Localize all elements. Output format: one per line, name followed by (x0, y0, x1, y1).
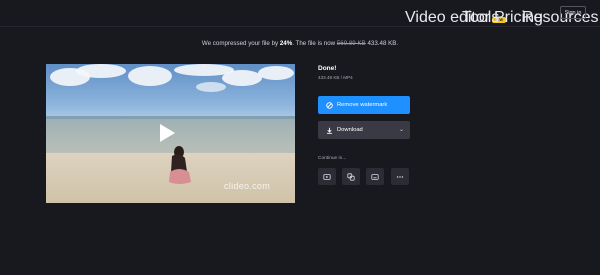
old-file-size: 569.89 KB (336, 40, 366, 47)
file-meta: 433.48 KB / MP4 (318, 75, 353, 80)
download-label: Download (337, 127, 363, 133)
continue-merge-button[interactable] (342, 168, 360, 185)
subtitles-icon (371, 173, 379, 180)
download-button[interactable]: Download ⌄ (318, 121, 410, 139)
continue-in-label: Continue in... (318, 156, 347, 161)
message-middle: . The file is now (292, 40, 337, 47)
remove-watermark-button[interactable]: Remove watermark (318, 96, 410, 114)
continue-subtitles-button[interactable] (366, 168, 384, 185)
message-prefix: We compressed your file by (201, 40, 280, 47)
chevron-down-icon[interactable]: ⌄ (399, 126, 404, 133)
video-preview[interactable]: clideo.com (46, 64, 295, 203)
watermark-text: clideo.com (224, 181, 271, 191)
video-editor-icon (323, 173, 331, 180)
remove-watermark-label: Remove watermark (337, 102, 388, 108)
download-icon (325, 126, 333, 134)
cloud (76, 64, 126, 78)
continue-more-button[interactable] (391, 168, 409, 185)
cloud (128, 66, 172, 86)
woman-figure (169, 146, 191, 184)
compression-percent: 24% (279, 40, 293, 47)
more-icon (396, 175, 404, 178)
cloud (196, 82, 226, 92)
continue-video-editor-button[interactable] (318, 168, 336, 185)
cloud (222, 70, 262, 86)
top-navigation-bar: Video editor NEW Tools ⌄ Pricing Resources… (0, 0, 600, 27)
cloud (258, 66, 294, 80)
sign-in-button[interactable]: Sign in (560, 6, 586, 19)
play-icon[interactable] (160, 124, 175, 142)
compression-message: We compressed your file by 24%. The file… (0, 40, 600, 47)
merge-icon (347, 172, 355, 181)
result-title: Done! (318, 65, 337, 72)
new-file-size: 433.48 KB. (367, 40, 399, 47)
no-watermark-icon (325, 101, 333, 109)
